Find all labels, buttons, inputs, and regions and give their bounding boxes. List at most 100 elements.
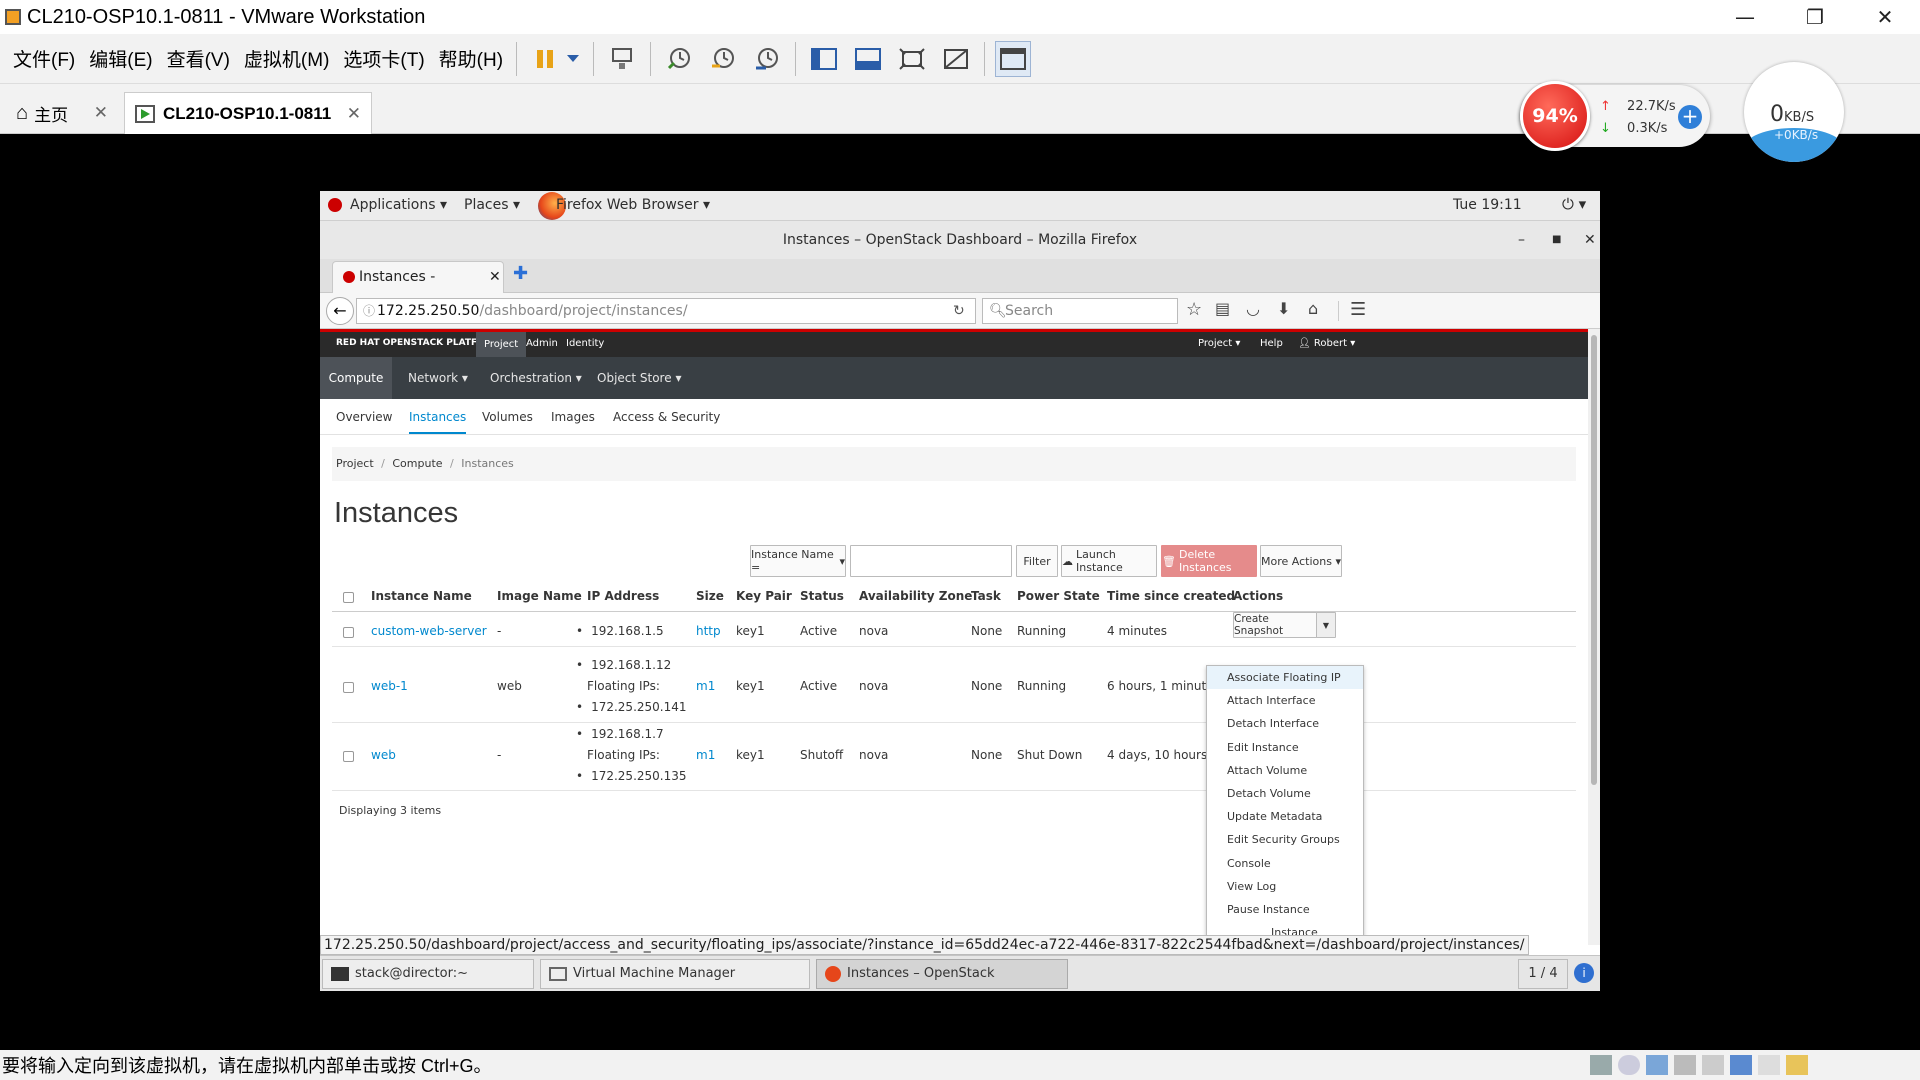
subnav-overview[interactable]: Overview bbox=[336, 410, 393, 424]
nav-object-store[interactable]: Object Store ▾ bbox=[597, 371, 681, 385]
row-checkbox[interactable] bbox=[343, 627, 354, 638]
sidebar-view-icon[interactable] bbox=[806, 41, 842, 77]
more-actions-button[interactable]: More Actions ▾ bbox=[1260, 545, 1342, 577]
maximize-icon[interactable]: ■ bbox=[1552, 221, 1561, 259]
top-tab-identity[interactable]: Identity bbox=[566, 338, 604, 349]
menu-console[interactable]: Console bbox=[1207, 852, 1363, 875]
col-availability-zone[interactable]: Availability Zone bbox=[859, 589, 972, 603]
snapshot-manager-icon[interactable] bbox=[749, 41, 785, 77]
close-icon[interactable]: ✕ bbox=[94, 103, 108, 123]
pause-icon[interactable] bbox=[527, 41, 563, 77]
taskbar-item-virt-manager[interactable]: Virtual Machine Manager bbox=[540, 959, 810, 989]
speed-widget[interactable]: 94% ↑ 22.7K/s ↓ 0.3K/s + bbox=[1520, 81, 1710, 151]
col-time-since-created[interactable]: Time since created bbox=[1107, 589, 1235, 603]
col-instance-name[interactable]: Instance Name bbox=[371, 589, 472, 603]
instance-name-link[interactable]: custom-web-server bbox=[371, 624, 487, 638]
reload-icon[interactable]: ↻ bbox=[953, 299, 965, 323]
tab-home[interactable]: ⌂ 主页 ✕ bbox=[6, 92, 118, 134]
subnav-access-security[interactable]: Access & Security bbox=[613, 410, 720, 424]
firefox-app-menu[interactable]: Firefox Web Browser ▾ bbox=[556, 197, 710, 213]
menu-vm[interactable]: 虚拟机(M) bbox=[237, 45, 336, 72]
minimize-icon[interactable]: – bbox=[1518, 221, 1525, 259]
row-checkbox[interactable] bbox=[343, 682, 354, 693]
menu-detach-interface[interactable]: Detach Interface bbox=[1207, 712, 1363, 735]
hard-disk-icon[interactable] bbox=[1590, 1055, 1612, 1075]
bookmark-star-icon[interactable]: ☆ bbox=[1186, 299, 1202, 320]
filter-select[interactable]: Instance Name = ▾ bbox=[750, 545, 846, 577]
menu-view[interactable]: 查看(V) bbox=[160, 45, 237, 72]
reading-list-icon[interactable]: ▤ bbox=[1215, 299, 1230, 318]
top-tab-project[interactable]: Project bbox=[476, 332, 527, 357]
usb-icon[interactable] bbox=[1674, 1055, 1696, 1075]
menu-edit-instance[interactable]: Edit Instance bbox=[1207, 736, 1363, 759]
menu-tabs[interactable]: 选项卡(T) bbox=[336, 45, 431, 72]
cd-icon[interactable] bbox=[1618, 1055, 1640, 1075]
nav-compute[interactable]: Compute bbox=[320, 357, 392, 399]
row-actions-toggle[interactable]: ▼ bbox=[1316, 612, 1336, 638]
top-tab-admin[interactable]: Admin bbox=[526, 338, 558, 349]
size-link[interactable]: m1 bbox=[696, 679, 715, 693]
snapshot-icon[interactable] bbox=[661, 41, 697, 77]
close-icon[interactable]: ✕ bbox=[1584, 221, 1596, 259]
plus-icon[interactable]: + bbox=[1678, 105, 1702, 129]
menu-associate-floating-ip[interactable]: Associate Floating IP bbox=[1207, 666, 1363, 690]
tab-vm[interactable]: CL210-OSP10.1-0811 ✕ bbox=[124, 92, 372, 134]
home-icon[interactable]: ⌂ bbox=[1308, 299, 1318, 318]
instance-name-link[interactable]: web bbox=[371, 748, 396, 762]
project-dropdown[interactable]: Project ▾ bbox=[1198, 338, 1240, 349]
nav-network[interactable]: Network ▾ bbox=[408, 371, 468, 385]
close-button[interactable]: ✕ bbox=[1850, 0, 1920, 34]
taskbar-item-terminal[interactable]: stack@director:~ bbox=[322, 959, 534, 989]
display-icon[interactable] bbox=[1758, 1055, 1780, 1075]
places-menu[interactable]: Places ▾ bbox=[464, 197, 520, 213]
col-size[interactable]: Size bbox=[696, 589, 724, 603]
full-screen-icon[interactable] bbox=[894, 41, 930, 77]
scrollbar-thumb[interactable] bbox=[1591, 335, 1597, 785]
back-icon[interactable]: ← bbox=[326, 297, 354, 325]
size-link[interactable]: http bbox=[696, 624, 721, 638]
restore-button[interactable]: ❐ bbox=[1780, 0, 1850, 34]
chevron-down-icon[interactable] bbox=[563, 41, 583, 77]
col-status[interactable]: Status bbox=[800, 589, 844, 603]
network-ball[interactable]: 0KB/S +0KB/s bbox=[1744, 62, 1844, 162]
menu-edit[interactable]: 编辑(E) bbox=[82, 45, 159, 72]
delete-instances-button[interactable]: 🗑︎ Delete Instances bbox=[1161, 545, 1257, 577]
applications-menu[interactable]: Applications ▾ bbox=[350, 197, 447, 213]
col-image-name[interactable]: Image Name bbox=[497, 589, 582, 603]
instance-name-link[interactable]: web-1 bbox=[371, 679, 408, 693]
workspace-pager[interactable]: 1 / 4 bbox=[1518, 959, 1568, 989]
guest-screen[interactable]: Applications ▾ Places ▾ Firefox Web Brow… bbox=[320, 191, 1600, 991]
filter-input[interactable] bbox=[850, 545, 1012, 577]
message-icon[interactable] bbox=[1786, 1055, 1808, 1075]
menu-attach-interface[interactable]: Attach Interface bbox=[1207, 689, 1363, 712]
menu-attach-volume[interactable]: Attach Volume bbox=[1207, 759, 1363, 782]
unity-icon[interactable] bbox=[938, 41, 974, 77]
col-ip-address[interactable]: IP Address bbox=[587, 589, 659, 603]
close-icon[interactable]: ✕ bbox=[347, 104, 361, 124]
printer-icon[interactable] bbox=[1702, 1055, 1724, 1075]
revert-snapshot-icon[interactable] bbox=[705, 41, 741, 77]
menu-edit-security-groups[interactable]: Edit Security Groups bbox=[1207, 828, 1363, 851]
sound-icon[interactable] bbox=[1730, 1055, 1752, 1075]
close-icon[interactable]: ✕ bbox=[489, 262, 501, 292]
menu-view-log[interactable]: View Log bbox=[1207, 875, 1363, 898]
search-input[interactable]: 🔍︎ Search bbox=[982, 298, 1178, 324]
clock[interactable]: Tue 19:11 bbox=[1453, 197, 1522, 213]
page-scrollbar[interactable] bbox=[1588, 329, 1600, 945]
user-dropdown[interactable]: 👤︎ Robert ▾ bbox=[1298, 338, 1355, 349]
col-task[interactable]: Task bbox=[971, 589, 1001, 603]
select-all-checkbox[interactable] bbox=[343, 592, 354, 603]
send-ctrl-alt-del-icon[interactable] bbox=[604, 41, 640, 77]
network-adapter-icon[interactable] bbox=[1646, 1055, 1668, 1075]
console-view-icon[interactable] bbox=[995, 40, 1032, 77]
col-power-state[interactable]: Power State bbox=[1017, 589, 1100, 603]
menu-detach-volume[interactable]: Detach Volume bbox=[1207, 782, 1363, 805]
info-icon[interactable]: ⓘ bbox=[363, 299, 375, 323]
subnav-instances[interactable]: Instances bbox=[409, 410, 467, 434]
thumbnail-bar-icon[interactable] bbox=[850, 41, 886, 77]
create-snapshot-button[interactable]: Create Snapshot bbox=[1233, 612, 1317, 638]
breadcrumb-compute[interactable]: Compute bbox=[392, 457, 442, 470]
minimize-button[interactable]: — bbox=[1710, 0, 1780, 34]
new-tab-icon[interactable]: ✚ bbox=[513, 263, 528, 284]
subnav-images[interactable]: Images bbox=[551, 410, 595, 424]
